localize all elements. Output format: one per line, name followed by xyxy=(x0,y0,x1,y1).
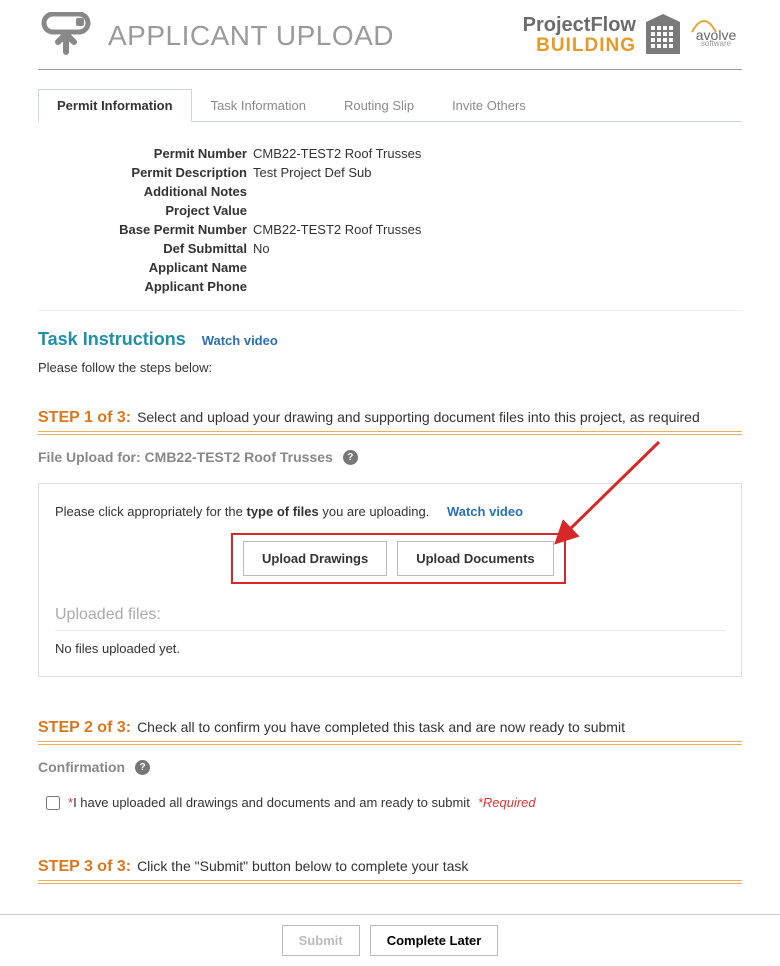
avolve-logo: avolve software xyxy=(690,16,742,56)
base-permit-value: CMB22-TEST2 Roof Trusses xyxy=(253,222,421,237)
permit-number-value: CMB22-TEST2 Roof Trusses xyxy=(253,146,421,161)
watch-video-link-upload[interactable]: Watch video xyxy=(447,504,523,519)
upload-logo-icon xyxy=(38,12,94,59)
step3-label: STEP 3 of 3: xyxy=(38,858,131,876)
footer-bar: Submit Complete Later xyxy=(0,914,780,966)
confirm-upload-checkbox[interactable] xyxy=(46,796,60,810)
submit-button[interactable]: Submit xyxy=(282,925,360,956)
permit-description-value: Test Project Def Sub xyxy=(253,165,372,180)
uploaded-divider xyxy=(55,630,725,631)
tab-task-information[interactable]: Task Information xyxy=(192,89,325,122)
file-upload-for-label: File Upload for: CMB22-TEST2 Roof Trusse… xyxy=(38,449,333,465)
step2-desc: Check all to confirm you have completed … xyxy=(137,719,625,735)
applicant-phone-label: Applicant Phone xyxy=(98,279,253,294)
header-divider xyxy=(38,69,742,70)
project-value-label: Project Value xyxy=(98,203,253,218)
step2-label: STEP 2 of 3: xyxy=(38,719,131,737)
step1-rule xyxy=(38,431,742,435)
step1-desc: Select and upload your drawing and suppo… xyxy=(137,409,700,425)
watch-video-link-top[interactable]: Watch video xyxy=(202,333,278,348)
upload-box: Please click appropriately for the type … xyxy=(38,483,742,677)
tab-invite-others[interactable]: Invite Others xyxy=(433,89,545,122)
upload-documents-button[interactable]: Upload Documents xyxy=(397,541,553,576)
building-icon xyxy=(642,12,684,59)
tab-bar: Permit Information Task Information Rout… xyxy=(38,88,742,122)
permit-description-label: Permit Description xyxy=(98,165,253,180)
upload-drawings-button[interactable]: Upload Drawings xyxy=(243,541,387,576)
permit-number-label: Permit Number xyxy=(98,146,253,161)
page-header: APPLICANT UPLOAD ProjectFlow BUILDING xyxy=(38,12,742,67)
step1-label: STEP 1 of 3: xyxy=(38,409,131,427)
help-icon[interactable]: ? xyxy=(135,760,150,775)
uploaded-files-heading: Uploaded files: xyxy=(55,584,725,630)
def-submittal-label: Def Submittal xyxy=(98,241,253,256)
step3-desc: Click the "Submit" button below to compl… xyxy=(137,858,468,874)
applicant-name-label: Applicant Name xyxy=(98,260,253,275)
def-submittal-value: No xyxy=(253,241,270,256)
brand-projectflow: ProjectFlow BUILDING xyxy=(523,15,636,56)
confirmation-label: Confirmation xyxy=(38,759,125,775)
upload-buttons-callout: Upload Drawings Upload Documents xyxy=(231,533,566,584)
upload-prompt: Please click appropriately for the type … xyxy=(55,504,725,519)
confirm-text: *I have uploaded all drawings and docume… xyxy=(68,795,470,810)
task-instructions-heading: Task Instructions xyxy=(38,329,186,350)
required-indicator: *Required xyxy=(478,795,536,810)
complete-later-button[interactable]: Complete Later xyxy=(370,925,499,956)
base-permit-label: Base Permit Number xyxy=(98,222,253,237)
tab-routing-slip[interactable]: Routing Slip xyxy=(325,89,433,122)
follow-steps-text: Please follow the steps below: xyxy=(38,350,742,397)
page-title: APPLICANT UPLOAD xyxy=(108,20,394,52)
step2-rule xyxy=(38,741,742,745)
tab-permit-information[interactable]: Permit Information xyxy=(38,89,192,122)
no-files-text: No files uploaded yet. xyxy=(55,641,725,664)
additional-notes-label: Additional Notes xyxy=(98,184,253,199)
permit-info-block: Permit NumberCMB22-TEST2 Roof Trusses Pe… xyxy=(38,122,742,310)
help-icon[interactable]: ? xyxy=(343,450,358,465)
step3-rule xyxy=(38,880,742,884)
